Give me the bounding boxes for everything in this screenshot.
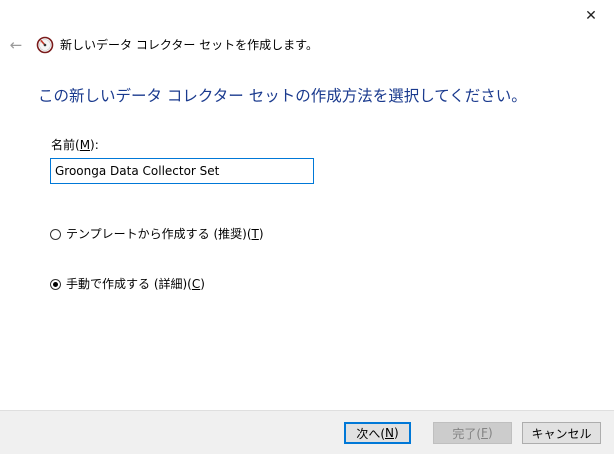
back-arrow-icon: ← [9,36,23,54]
radio-template-label-suffix: ) [258,227,264,241]
finish-button-prefix: 完了( [452,426,482,441]
performance-monitor-icon [36,36,54,54]
radio-selected-dot [53,281,58,287]
finish-button[interactable]: 完了(F) [433,422,512,444]
next-button[interactable]: 次へ(N) [344,422,411,444]
name-input[interactable] [50,158,314,184]
radio-manual-label-prefix: 手動で作成する (詳細)( [66,277,192,291]
wizard-dialog: ✕ ← 新しいデータ コレクター セットを作成します。 この新しいデータ コレク… [0,0,614,454]
button-bar: 次へ(N) 完了(F) キャンセル [0,410,614,454]
wizard-title: 新しいデータ コレクター セットを作成します。 [60,38,318,52]
radio-manual-circle[interactable] [50,278,61,290]
radio-template[interactable]: テンプレートから作成する (推奨)(T) [50,226,264,242]
name-label-accesskey: M [79,138,91,152]
next-button-suffix: ) [393,426,399,440]
name-label-prefix: 名前( [51,138,80,152]
back-button[interactable]: ← [6,35,26,55]
radio-template-label-prefix: テンプレートから作成する (推奨)( [66,227,252,241]
radio-template-accesskey: T [251,227,259,241]
name-label-suffix: ): [90,138,99,152]
radio-manual[interactable]: 手動で作成する (詳細)(C) [50,276,205,292]
close-icon: ✕ [585,8,597,24]
close-button[interactable]: ✕ [568,0,614,32]
finish-button-accesskey: F [481,426,488,440]
name-label: 名前(M): [51,137,99,153]
next-button-accesskey: N [385,426,394,440]
cancel-button[interactable]: キャンセル [522,422,601,444]
instruction-heading: この新しいデータ コレクター セットの作成方法を選択してください。 [38,87,527,105]
radio-manual-accesskey: C [191,277,201,291]
finish-button-suffix: ) [487,426,493,440]
next-button-prefix: 次へ( [356,426,385,441]
radio-manual-label-suffix: ) [200,277,205,291]
radio-template-circle[interactable] [50,228,61,240]
